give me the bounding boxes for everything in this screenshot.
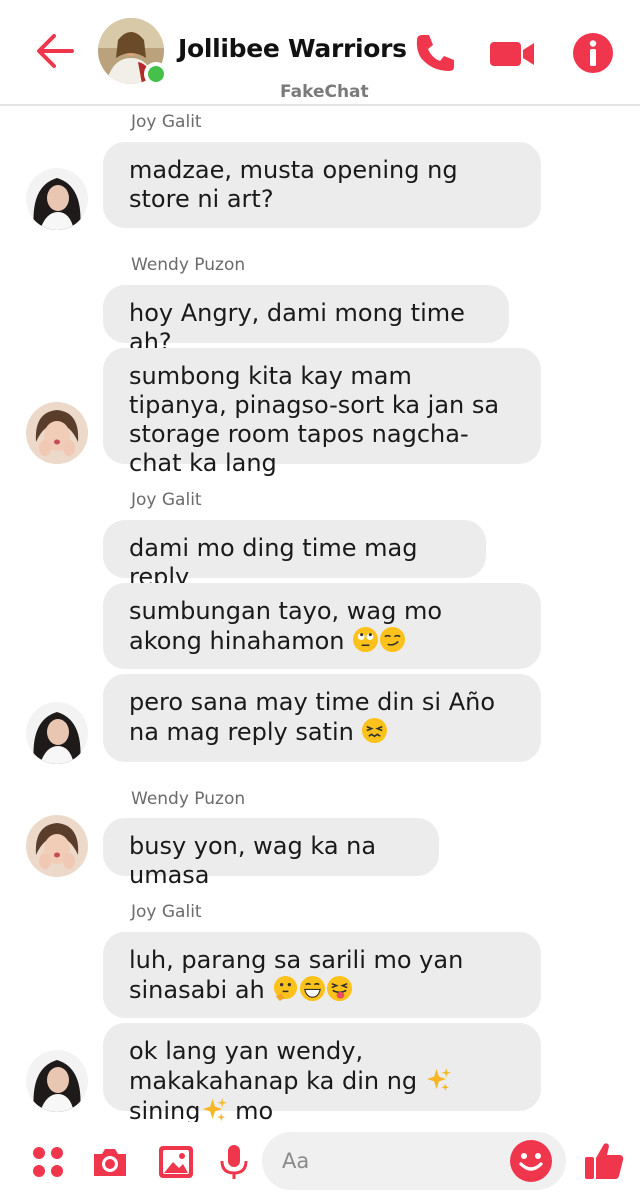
phone-icon[interactable] <box>412 30 458 76</box>
message-text: ok lang yan wendy, makakahanap ka din ng <box>129 1037 418 1095</box>
sender-name: Joy Galit <box>131 902 202 922</box>
message-bubble[interactable]: madzae, musta opening ng store ni art? <box>103 142 541 228</box>
emoji-smile-icon[interactable] <box>508 1138 554 1184</box>
message-bubble[interactable]: sumbong kita kay mam tipanya, pinagso-so… <box>103 348 541 477</box>
sender-name: Wendy Puzon <box>131 789 246 809</box>
thumbs-up-icon[interactable] <box>582 1138 626 1182</box>
avatar-wendy-puzon[interactable] <box>26 815 88 877</box>
message-text: pero sana may time din si Año na mag rep… <box>129 688 496 746</box>
smirk-emoji-icon <box>380 626 406 653</box>
rolling-eyes-emoji-icon <box>353 626 379 653</box>
message-bubble[interactable]: sumbungan tayo, wag mo akong hinahamon <box>103 583 541 669</box>
sender-name: Joy Galit <box>131 112 202 132</box>
composer-bar <box>0 1122 640 1200</box>
back-arrow-icon[interactable] <box>34 30 76 72</box>
message-text: busy yon, wag ka na umasa <box>129 832 377 889</box>
avatar-joy-galit[interactable] <box>26 168 88 230</box>
message-text: sumbong kita kay mam tipanya, pinagso-so… <box>129 362 500 477</box>
gallery-icon[interactable] <box>156 1142 196 1182</box>
message-bubble[interactable]: ok lang yan wendy, makakahanap ka din ng… <box>103 1023 541 1125</box>
chat-header: Jollibee Warriors FakeChat <box>0 0 640 106</box>
message-bubble[interactable]: luh, parang sa sarili mo yan sinasabi ah <box>103 932 541 1018</box>
message-bubble[interactable]: hoy Angry, dami mong time ah? <box>103 285 509 356</box>
confounded-emoji-icon <box>362 717 388 744</box>
sparkles-emoji-icon <box>202 1097 227 1122</box>
avatar-joy-galit[interactable] <box>26 702 88 764</box>
camera-icon[interactable] <box>90 1142 130 1182</box>
message-bubble[interactable]: dami mo ding time mag reply <box>103 520 486 591</box>
group-avatar[interactable] <box>98 18 168 86</box>
apps-grid-icon[interactable] <box>28 1142 68 1182</box>
avatar-joy-galit[interactable] <box>26 1050 88 1112</box>
message-text: madzae, musta opening ng store ni art? <box>129 156 458 213</box>
message-text: mo <box>235 1097 274 1125</box>
online-status-dot <box>144 62 168 86</box>
chat-title[interactable]: Jollibee Warriors <box>178 34 407 63</box>
info-icon[interactable] <box>570 30 616 76</box>
video-camera-icon[interactable] <box>488 30 536 76</box>
watermark-text: FakeChat <box>280 82 369 102</box>
sparkles-emoji-icon <box>426 1067 451 1092</box>
thinking-emoji-icon <box>274 975 298 1002</box>
message-input[interactable] <box>282 1146 502 1176</box>
message-bubble[interactable]: busy yon, wag ka na umasa <box>103 818 439 889</box>
message-bubble[interactable]: pero sana may time din si Año na mag rep… <box>103 674 541 762</box>
microphone-icon[interactable] <box>214 1142 254 1182</box>
grinning-emoji-icon <box>300 975 326 1002</box>
message-composer[interactable] <box>262 1132 566 1190</box>
squinting-tongue-emoji-icon <box>327 975 353 1002</box>
avatar-wendy-puzon[interactable] <box>26 402 88 464</box>
sender-name: Wendy Puzon <box>131 255 246 275</box>
sender-name: Joy Galit <box>131 490 202 510</box>
message-text: sining <box>129 1097 201 1125</box>
